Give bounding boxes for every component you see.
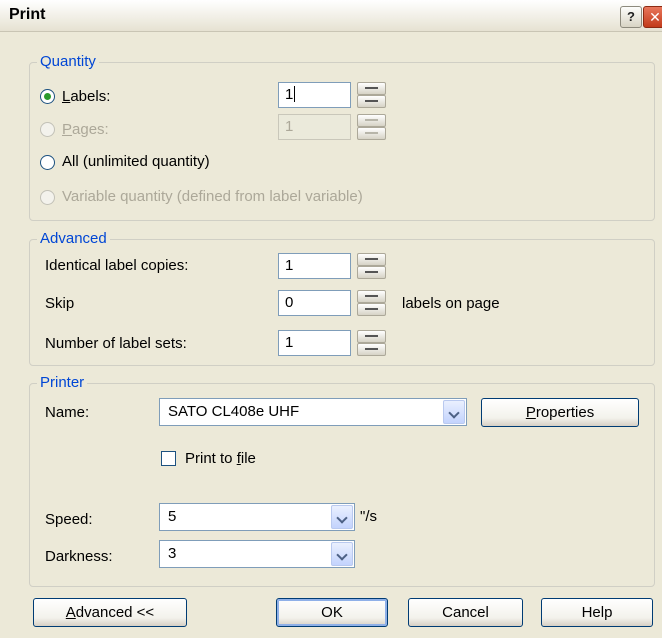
- properties-button[interactable]: Properties: [481, 398, 639, 427]
- label-sets-label: Number of label sets:: [45, 335, 187, 352]
- all-unlimited-radio[interactable]: [40, 155, 55, 170]
- speed-select[interactable]: 5: [159, 503, 355, 531]
- spin-down-icon[interactable]: [357, 303, 386, 316]
- close-icon[interactable]: ✕: [643, 6, 662, 28]
- pages-radio[interactable]: [40, 122, 55, 137]
- all-unlimited-label[interactable]: All (unlimited quantity): [62, 153, 210, 171]
- advanced-legend: Advanced: [37, 230, 110, 248]
- labels-quantity-spinner[interactable]: [357, 82, 386, 108]
- skip-suffix-label: labels on page: [402, 295, 500, 312]
- cancel-button[interactable]: Cancel: [408, 598, 523, 627]
- skip-label: Skip: [45, 295, 75, 312]
- help-button[interactable]: Help: [541, 598, 653, 627]
- chevron-down-icon[interactable]: [331, 505, 353, 529]
- spin-up-icon[interactable]: [357, 82, 386, 95]
- print-dialog: Print ? ✕ Quantity Labels: 1 Pages: 1 Al…: [0, 0, 662, 638]
- print-to-file-label[interactable]: Print to file: [185, 450, 256, 468]
- identical-copies-label: Identical label copies:: [45, 257, 189, 274]
- chevron-down-icon[interactable]: [443, 400, 465, 424]
- spin-down-icon[interactable]: [357, 266, 386, 279]
- speed-label: Speed:: [45, 511, 93, 528]
- pages-quantity-input[interactable]: 1: [278, 114, 351, 140]
- help-question-icon[interactable]: ?: [620, 6, 642, 28]
- skip-spinner[interactable]: [357, 290, 386, 316]
- spin-down-icon[interactable]: [357, 127, 386, 140]
- label-sets-input[interactable]: 1: [278, 330, 351, 356]
- ok-button[interactable]: OK: [276, 598, 388, 627]
- labels-radio-label[interactable]: Labels:: [62, 88, 110, 106]
- window-title: Print: [9, 6, 46, 23]
- printer-name-label: Name:: [45, 404, 90, 421]
- darkness-select[interactable]: 3: [159, 540, 355, 568]
- spin-up-icon[interactable]: [357, 253, 386, 266]
- title-bar[interactable]: Print ? ✕: [0, 0, 662, 32]
- print-to-file-checkbox[interactable]: [161, 451, 176, 466]
- darkness-label: Darkness:: [45, 548, 113, 565]
- spin-down-icon[interactable]: [357, 95, 386, 108]
- printer-legend: Printer: [37, 374, 88, 392]
- darkness-value: 3: [168, 545, 177, 562]
- pages-quantity-spinner[interactable]: [357, 114, 386, 140]
- labels-quantity-input[interactable]: 1: [278, 82, 351, 108]
- speed-value: 5: [168, 508, 177, 525]
- spin-up-icon[interactable]: [357, 290, 386, 303]
- identical-copies-input[interactable]: 1: [278, 253, 351, 279]
- identical-copies-spinner[interactable]: [357, 253, 386, 279]
- spin-up-icon[interactable]: [357, 330, 386, 343]
- variable-quantity-radio[interactable]: [40, 190, 55, 205]
- quantity-legend: Quantity: [37, 53, 99, 71]
- spin-up-icon[interactable]: [357, 114, 386, 127]
- skip-input[interactable]: 0: [278, 290, 351, 316]
- variable-quantity-label[interactable]: Variable quantity (defined from label va…: [62, 188, 363, 206]
- pages-radio-label[interactable]: Pages:: [62, 121, 109, 139]
- printer-name-value: SATO CL408e UHF: [168, 403, 300, 420]
- spin-down-icon[interactable]: [357, 343, 386, 356]
- text-caret: [294, 86, 296, 102]
- label-sets-spinner[interactable]: [357, 330, 386, 356]
- chevron-down-icon[interactable]: [331, 542, 353, 566]
- printer-name-select[interactable]: SATO CL408e UHF: [159, 398, 467, 426]
- advanced-toggle-button[interactable]: Advanced <<: [33, 598, 187, 627]
- labels-radio[interactable]: [40, 89, 55, 104]
- speed-unit-label: "/s: [360, 508, 377, 525]
